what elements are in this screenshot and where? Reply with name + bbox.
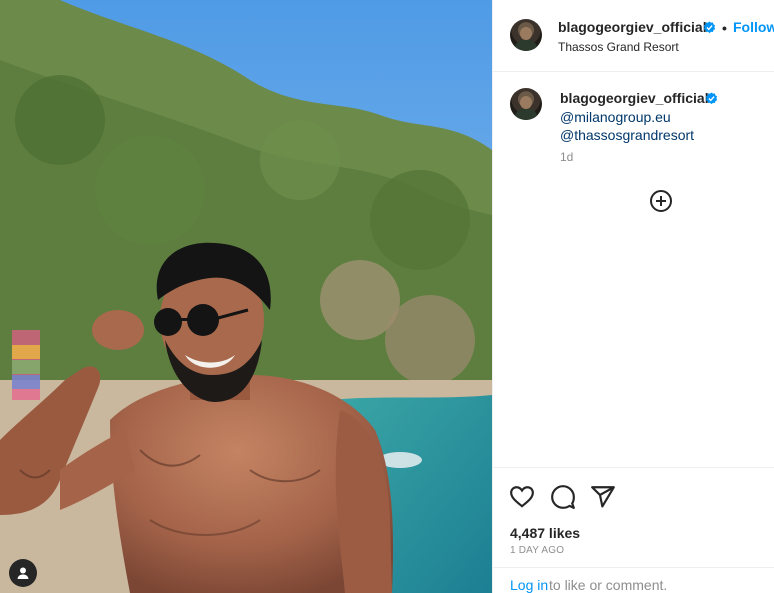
author-username[interactable]: blagogeorgiev_official [558, 19, 707, 35]
post-image [0, 0, 492, 593]
author-avatar[interactable] [510, 19, 542, 51]
verified-badge-icon [705, 92, 718, 105]
comment-bubble-icon[interactable] [550, 484, 576, 510]
verified-badge-icon [703, 21, 716, 34]
post-date[interactable]: 1 DAY AGO [510, 545, 564, 556]
likes-count[interactable]: 4,487 likes [510, 525, 580, 541]
post-location[interactable]: Thassos Grand Resort [558, 40, 679, 54]
login-prompt-text: to like or comment. [549, 577, 668, 593]
login-prompt: Log in to like or comment. [493, 567, 774, 593]
caption-mention[interactable]: @thassosgrandresort [560, 127, 694, 143]
paper-plane-icon[interactable] [590, 484, 616, 510]
post-header: blagogeorgiev_official • Follow Thassos … [493, 0, 774, 72]
post-actions: 4,487 likes 1 DAY AGO [493, 467, 774, 567]
caption-avatar[interactable] [510, 88, 542, 120]
user-tag-icon [17, 567, 29, 579]
login-link[interactable]: Log in [510, 577, 548, 593]
header-separator: • [722, 20, 727, 36]
follow-button[interactable]: Follow [733, 19, 774, 35]
heart-icon[interactable] [509, 484, 535, 510]
caption-username[interactable]: blagogeorgiev_official [560, 90, 709, 106]
user-tags-button[interactable] [9, 559, 37, 587]
caption-timestamp[interactable]: 1d [560, 150, 573, 164]
caption-mention[interactable]: @milanogroup.eu [560, 109, 671, 125]
post-photo[interactable] [0, 0, 492, 593]
add-circle-icon[interactable] [649, 189, 673, 213]
post-side-panel: blagogeorgiev_official • Follow Thassos … [492, 0, 774, 593]
